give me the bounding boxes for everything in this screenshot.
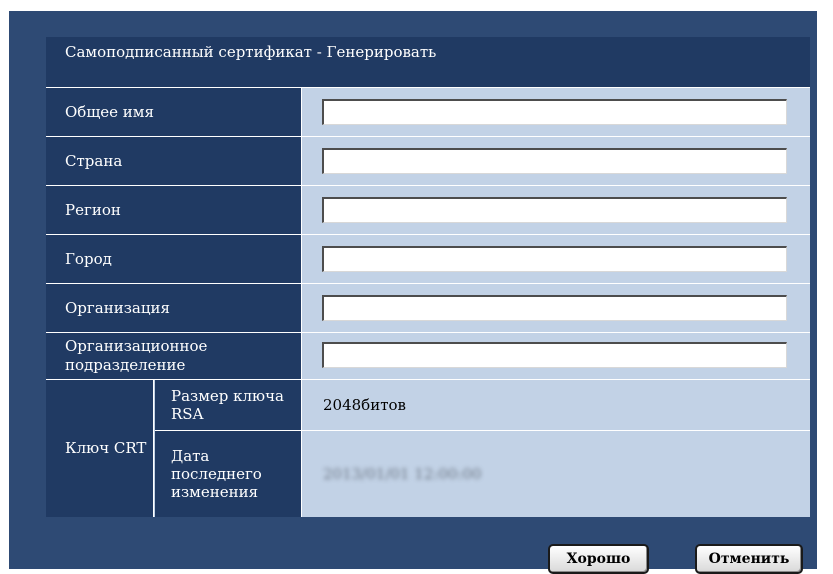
common-name-input[interactable] <box>322 99 787 125</box>
organization-label: Организация <box>46 284 302 332</box>
row-city: Город <box>46 235 810 284</box>
org-unit-label: Организационное подразделение <box>46 333 302 379</box>
country-input[interactable] <box>322 148 787 174</box>
crt-key-label: Ключ CRT <box>46 380 154 517</box>
row-organization: Организация <box>46 284 810 333</box>
last-modified-label: Дата последнего изменения <box>155 431 302 517</box>
region-input[interactable] <box>322 197 787 223</box>
row-country: Страна <box>46 137 810 186</box>
certificate-form: Самоподписанный сертификат - Генерироват… <box>46 37 810 517</box>
city-label: Город <box>46 235 302 283</box>
row-region: Регион <box>46 186 810 235</box>
last-modified-value: 2013/01/01 12:00:00 <box>323 465 482 483</box>
row-org-unit: Организационное подразделение <box>46 333 810 380</box>
crt-key-section: Ключ CRT Размер ключа RSA 2048битов Дата… <box>46 380 810 517</box>
row-common-name: Общее имя <box>46 88 810 137</box>
common-name-label: Общее имя <box>46 88 302 136</box>
form-title: Самоподписанный сертификат - Генерироват… <box>46 37 810 88</box>
city-input[interactable] <box>322 246 787 272</box>
certificate-dialog: Самоподписанный сертификат - Генерироват… <box>9 11 817 574</box>
rsa-key-size-label: Размер ключа RSA <box>155 380 302 430</box>
org-unit-input[interactable] <box>322 342 787 368</box>
region-label: Регион <box>46 186 302 234</box>
country-label: Страна <box>46 137 302 185</box>
rsa-key-size-value: 2048битов <box>323 396 406 414</box>
organization-input[interactable] <box>322 295 787 321</box>
